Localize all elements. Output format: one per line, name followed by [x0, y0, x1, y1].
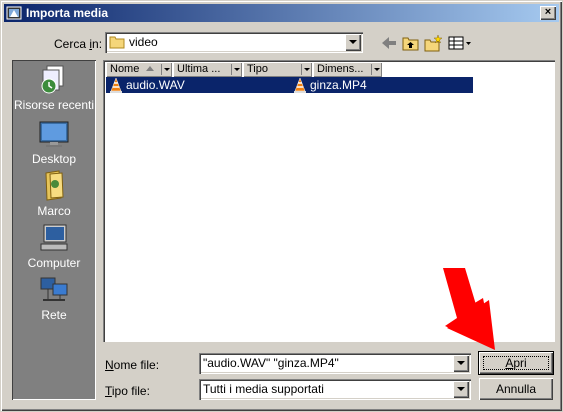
place-recent[interactable]: Risorse recenti [12, 64, 96, 116]
close-button[interactable]: × [540, 6, 556, 20]
recent-docs-icon [41, 65, 64, 94]
place-label: Risorse recenti [13, 98, 95, 112]
place-label: Computer [27, 256, 81, 270]
vlc-cone-icon [110, 77, 122, 93]
column-filter-icon[interactable] [161, 64, 170, 75]
cancel-button[interactable]: Annulla [479, 378, 553, 400]
file-type-value: Tutti i media supportati [203, 382, 324, 396]
column-filter-icon[interactable] [301, 64, 310, 75]
column-header-size[interactable]: Dimens... [313, 62, 382, 77]
place-label: Desktop [31, 152, 77, 166]
vlc-cone-icon [294, 77, 306, 93]
folder-icon [109, 36, 125, 49]
file-name-label: Nome file: [105, 358, 160, 372]
back-arrow-icon[interactable] [379, 34, 399, 52]
import-media-dialog: Importa media × Cerca in: video Risorse … [0, 0, 563, 412]
file-name-input[interactable]: "audio.WAV" "ginza.MP4" [203, 356, 339, 370]
network-icon [40, 277, 68, 301]
column-header-name[interactable]: Nome [106, 62, 172, 77]
place-desktop[interactable]: Desktop [12, 118, 96, 170]
place-network[interactable]: Rete [12, 274, 96, 326]
view-menu-icon[interactable] [447, 34, 473, 52]
file-type-dropdown-button[interactable] [453, 381, 469, 398]
file-name: audio.WAV [126, 78, 185, 92]
file-type-combo[interactable]: Tutti i media supportati [199, 379, 471, 400]
column-filter-icon[interactable] [371, 64, 380, 75]
file-item[interactable]: ginza.MP4 [292, 77, 472, 93]
column-header-type[interactable]: Tipo [243, 62, 312, 77]
app-film-icon [6, 6, 22, 20]
look-in-value: video [129, 35, 158, 49]
window-title: Importa media [26, 6, 109, 20]
computer-icon [40, 224, 68, 251]
look-in-dropdown-button[interactable] [345, 34, 361, 51]
place-label: Rete [41, 308, 67, 322]
sort-ascending-icon [146, 66, 154, 71]
file-name: ginza.MP4 [310, 78, 367, 92]
column-filter-icon[interactable] [231, 64, 240, 75]
file-name-combo[interactable]: "audio.WAV" "ginza.MP4" [199, 353, 471, 374]
new-folder-icon[interactable] [423, 34, 443, 52]
place-marco[interactable]: Marco [12, 170, 96, 222]
file-name-dropdown-button[interactable] [453, 355, 469, 372]
file-type-label: Tipo file: [105, 384, 150, 398]
title-bar: Importa media × [4, 4, 559, 22]
desktop-icon [39, 121, 69, 147]
column-header-modified[interactable]: Ultima ... [173, 62, 242, 77]
place-label: Marco [37, 204, 71, 218]
user-folder-icon [45, 170, 64, 201]
red-arrow-icon [443, 268, 495, 350]
up-folder-icon[interactable] [401, 34, 421, 52]
open-button[interactable]: Apri [478, 351, 554, 375]
look-in-label: Cerca in: [54, 37, 103, 51]
places-bar: Risorse recenti Desktop Marco Computer R… [12, 60, 96, 400]
file-item[interactable]: audio.WAV [108, 77, 288, 93]
place-computer[interactable]: Computer [12, 222, 96, 274]
look-in-combo[interactable]: video [105, 32, 363, 53]
close-icon: × [544, 6, 552, 18]
